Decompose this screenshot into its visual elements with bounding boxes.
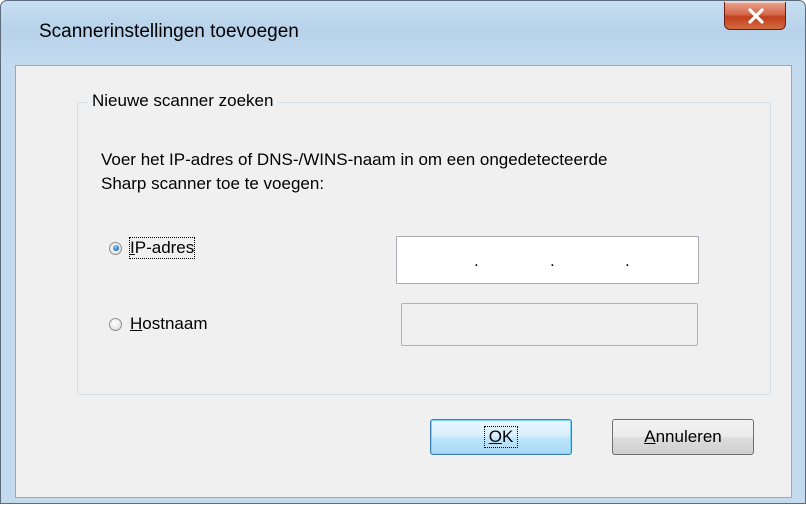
cancel-button-label: Annuleren <box>640 427 726 447</box>
hostname-input <box>401 303 698 346</box>
ip-address-input[interactable]: . . . <box>396 236 699 284</box>
ok-button-label: OK <box>483 426 519 448</box>
title-bar: Scannerinstellingen toevoegen <box>1 1 805 65</box>
window-title: Scannerinstellingen toevoegen <box>39 21 299 42</box>
ip-octet-separator: . <box>550 251 555 270</box>
hostname-mnemonic: H <box>130 314 143 333</box>
ok-mnemonic: O <box>488 427 502 446</box>
ok-button[interactable]: OK <box>430 419 572 455</box>
cancel-button[interactable]: Annuleren <box>612 419 754 455</box>
hostname-label[interactable]: Hostnaam <box>130 314 207 334</box>
close-button[interactable] <box>724 2 786 30</box>
ok-button-text: K <box>501 427 514 446</box>
ip-octet-separator: . <box>625 251 630 270</box>
ip-address-option[interactable]: IP-adres <box>109 237 196 259</box>
ip-address-label-text: P-adres <box>134 238 195 257</box>
radio-unselected-icon[interactable] <box>109 317 122 331</box>
ip-address-label[interactable]: IP-adres <box>128 237 196 259</box>
hostname-label-text: ostnaam <box>142 314 208 333</box>
ip-octet-separator: . <box>474 251 479 270</box>
cancel-button-text: nnuleren <box>655 427 722 446</box>
close-icon <box>748 8 764 24</box>
hostname-option[interactable]: Hostnaam <box>109 313 207 335</box>
radio-selected-icon[interactable] <box>109 241 122 255</box>
instruction-text: Voer het IP-adres of DNS-/WINS-naam in o… <box>101 150 608 193</box>
group-title: Nieuwe scanner zoeken <box>88 91 278 111</box>
dialog-window: Scannerinstellingen toevoegen Nieuwe sca… <box>0 0 806 504</box>
cancel-mnemonic: A <box>644 427 656 446</box>
dialog-content: Nieuwe scanner zoeken Voer het IP-adres … <box>15 65 792 498</box>
